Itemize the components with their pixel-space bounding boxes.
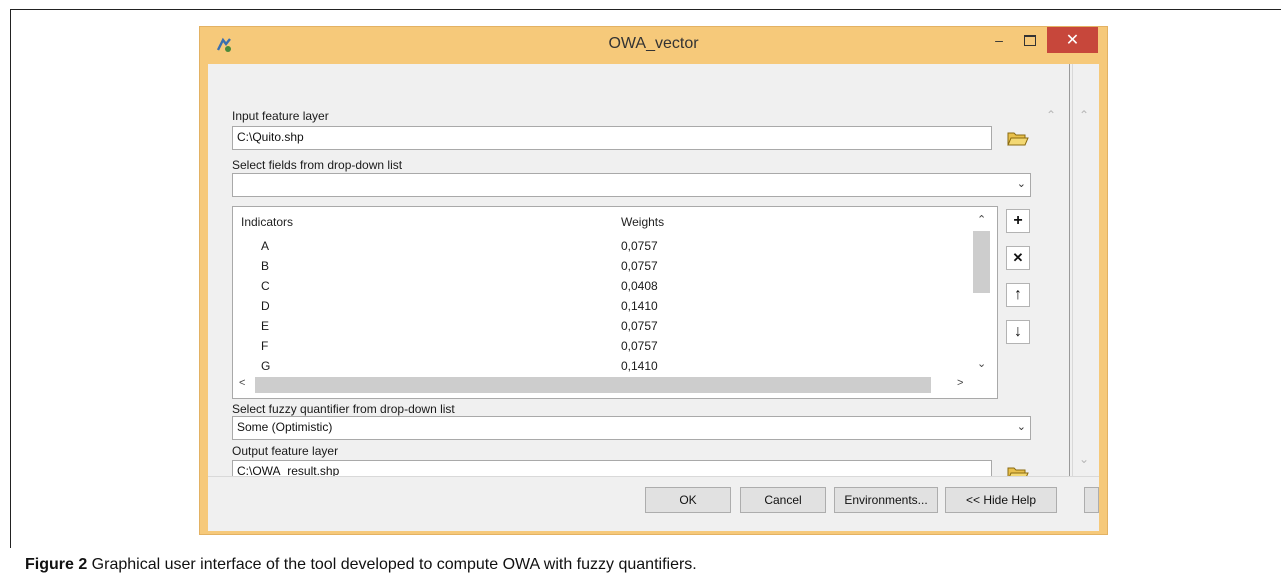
minimize-icon: – xyxy=(995,32,1003,48)
ok-button[interactable]: OK xyxy=(645,487,731,513)
indicator-cell: G xyxy=(261,359,271,373)
plus-icon: + xyxy=(1013,212,1023,229)
figure-number: Figure 2 xyxy=(25,556,88,573)
scroll-left-icon[interactable]: < xyxy=(239,377,245,389)
scroll-right-icon[interactable]: > xyxy=(957,377,963,389)
scroll-down-icon[interactable]: ⌄ xyxy=(977,357,986,370)
table-row[interactable]: E 0,0757 xyxy=(233,317,973,337)
indicators-table: Indicators Weights A 0,0757 B 0,0757 C 0… xyxy=(232,206,998,399)
owa-vector-dialog: OWA_vector – ✕ Input feature layer C:\Qu… xyxy=(199,26,1108,535)
chevron-down-icon: ⌄ xyxy=(1016,421,1026,433)
weight-cell[interactable]: 0,0757 xyxy=(621,319,658,333)
browse-input-button[interactable] xyxy=(1005,126,1029,150)
remove-icon: ✕ xyxy=(1012,250,1024,265)
table-row[interactable]: D 0,1410 xyxy=(233,297,973,317)
move-down-button[interactable]: ↓ xyxy=(1006,320,1030,344)
table-row[interactable]: A 0,0757 xyxy=(233,237,973,257)
close-button[interactable]: ✕ xyxy=(1047,27,1098,53)
button-bar: OK Cancel Environments... << Hide Help xyxy=(208,476,1099,531)
table-row[interactable]: B 0,0757 xyxy=(233,257,973,277)
panel-scroll-up-icon[interactable]: ⌃ xyxy=(1046,108,1056,122)
open-folder-icon xyxy=(1007,132,1029,146)
move-up-button[interactable]: ↑ xyxy=(1006,283,1030,307)
title-bar[interactable]: OWA_vector – ✕ xyxy=(200,27,1107,64)
help-panel-divider[interactable] xyxy=(1069,64,1070,476)
select-fields-label: Select fields from drop-down list xyxy=(232,158,403,172)
help-panel xyxy=(1072,64,1073,476)
close-icon: ✕ xyxy=(1065,32,1080,49)
indicator-cell: D xyxy=(261,299,270,313)
input-feature-layer-field[interactable]: C:\Quito.shp xyxy=(232,126,992,150)
input-feature-layer-label: Input feature layer xyxy=(232,109,329,123)
column-header-indicators[interactable]: Indicators xyxy=(241,215,293,229)
arrow-down-icon: ↓ xyxy=(1014,323,1022,340)
weight-cell[interactable]: 0,1410 xyxy=(621,299,658,313)
fuzzy-quantifier-value: Some (Optimistic) xyxy=(237,420,333,434)
help-scroll-up-icon[interactable]: ⌃ xyxy=(1079,108,1089,122)
maximize-button[interactable] xyxy=(1015,27,1045,53)
select-fields-dropdown[interactable]: ⌄ xyxy=(232,173,1031,197)
figure-caption: Figure 2 Graphical user interface of the… xyxy=(25,556,697,574)
table-vertical-scroll-thumb[interactable] xyxy=(973,231,990,293)
weight-cell[interactable]: 0,0408 xyxy=(621,279,658,293)
hide-help-button[interactable]: << Hide Help xyxy=(945,487,1057,513)
scroll-up-icon[interactable]: ⌃ xyxy=(977,213,986,226)
add-row-button[interactable]: + xyxy=(1006,209,1030,233)
table-row[interactable]: C 0,0408 xyxy=(233,277,973,297)
minimize-button[interactable]: – xyxy=(985,27,1013,53)
help-panel-button[interactable] xyxy=(1084,487,1099,513)
chevron-down-icon: ⌄ xyxy=(1016,178,1026,190)
output-feature-layer-label: Output feature layer xyxy=(232,444,339,458)
weight-cell[interactable]: 0,0757 xyxy=(621,239,658,253)
dialog-body: Input feature layer C:\Quito.shp Select … xyxy=(208,64,1099,531)
weight-cell[interactable]: 0,0757 xyxy=(621,339,658,353)
indicator-cell: E xyxy=(261,319,270,333)
indicator-cell: F xyxy=(261,339,269,353)
remove-row-button[interactable]: ✕ xyxy=(1006,246,1030,270)
table-row[interactable]: G 0,1410 xyxy=(233,357,973,377)
fuzzy-quantifier-label: Select fuzzy quantifier from drop-down l… xyxy=(232,402,455,416)
window-title: OWA_vector xyxy=(608,35,699,52)
column-header-weights[interactable]: Weights xyxy=(621,215,664,229)
parameters-panel: Input feature layer C:\Quito.shp Select … xyxy=(208,64,1042,484)
arrow-up-icon: ↑ xyxy=(1014,286,1022,303)
figure-border-left xyxy=(10,9,11,548)
environments-button[interactable]: Environments... xyxy=(834,487,938,513)
fuzzy-quantifier-dropdown[interactable]: Some (Optimistic) ⌄ xyxy=(232,416,1031,440)
maximize-icon xyxy=(1024,34,1036,46)
table-horizontal-scroll-thumb[interactable] xyxy=(255,377,931,393)
indicator-cell: B xyxy=(261,259,270,273)
figure-caption-text: Graphical user interface of the tool dev… xyxy=(87,556,697,573)
table-row[interactable]: F 0,0757 xyxy=(233,337,973,357)
help-scroll-down-icon[interactable]: ⌄ xyxy=(1079,452,1089,466)
indicator-cell: C xyxy=(261,279,270,293)
figure-border-top xyxy=(10,9,1281,10)
indicator-cell: A xyxy=(261,239,270,253)
weight-cell[interactable]: 0,1410 xyxy=(621,359,658,373)
cancel-button[interactable]: Cancel xyxy=(740,487,826,513)
weight-cell[interactable]: 0,0757 xyxy=(621,259,658,273)
